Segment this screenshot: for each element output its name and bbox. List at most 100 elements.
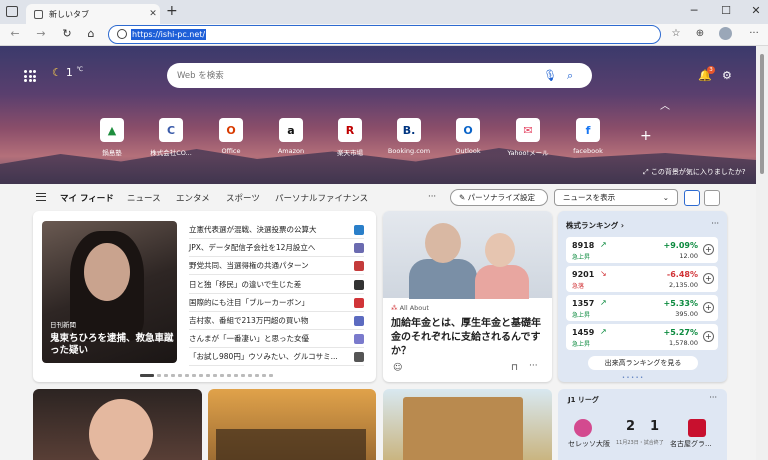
page-scrollbar[interactable] bbox=[756, 46, 768, 460]
add-stock-icon[interactable]: + bbox=[703, 331, 714, 342]
add-stock-icon[interactable]: + bbox=[703, 273, 714, 284]
headline-item[interactable]: 日と独「移民」の違いで生じた差 bbox=[189, 276, 364, 294]
headline-item[interactable]: さんまが「一番凄い」と思った女優 bbox=[189, 330, 364, 349]
tab-personal-finance[interactable]: パーソナルファイナンス bbox=[275, 192, 368, 204]
quick-link-yahoo-mail[interactable]: ✉ Yahoo!メール bbox=[498, 118, 558, 157]
hamburger-menu-icon[interactable] bbox=[36, 193, 46, 201]
tab-actions-icon[interactable] bbox=[6, 6, 18, 17]
carousel-dots[interactable] bbox=[140, 374, 273, 377]
stock-row[interactable]: 1357 ↗ 急上昇 +5.33% 395.00 + bbox=[566, 295, 718, 321]
minimize-icon[interactable]: ─ bbox=[684, 4, 704, 17]
source-logo-icon: ⁂ bbox=[391, 304, 398, 312]
publisher-logo-icon bbox=[354, 225, 364, 235]
quick-link-rakuten[interactable]: R 楽天市場 bbox=[320, 118, 380, 157]
more-options-icon[interactable]: ··· bbox=[529, 361, 538, 371]
add-quick-link-button[interactable]: + bbox=[640, 128, 652, 144]
headline-item[interactable]: 吉村家、番組で213万円超の買い物 bbox=[189, 312, 364, 330]
top-story-image[interactable]: 日刊新聞 鬼束ちひろを逮捕、救急車蹴った疑い bbox=[42, 221, 177, 363]
address-url[interactable]: https://ishi-pc.net/ bbox=[131, 29, 207, 40]
stock-ranking-title[interactable]: 株式ランキング › bbox=[566, 220, 624, 231]
refresh-icon[interactable]: ↻ bbox=[58, 27, 76, 40]
profile-avatar[interactable] bbox=[719, 27, 732, 40]
search-input[interactable] bbox=[177, 68, 517, 83]
collapse-chevron-icon[interactable]: ︿ bbox=[660, 97, 670, 112]
quick-link-label: Yahoo!メール bbox=[507, 149, 549, 157]
quick-link-outlook[interactable]: O Outlook bbox=[438, 118, 498, 155]
address-bar[interactable]: https://ishi-pc.net/ bbox=[108, 25, 661, 44]
settings-gear-icon[interactable]: ⚙ bbox=[722, 69, 732, 82]
headline-item[interactable]: 国際的にも注目「ブルーカーボン」 bbox=[189, 294, 364, 312]
add-stock-icon[interactable]: + bbox=[703, 302, 714, 313]
image-face-2 bbox=[485, 233, 515, 267]
away-team: 名古屋グラ... bbox=[670, 440, 712, 448]
background-feedback[interactable]: ⤢ この背景が気に入りましたか? bbox=[643, 167, 746, 177]
tab-close-icon[interactable]: ✕ bbox=[146, 9, 160, 19]
bottom-card-3-image bbox=[403, 397, 523, 460]
headline-item[interactable]: 「お試し980円」ウソみたい、グルコサミ... bbox=[189, 348, 364, 367]
stock-row[interactable]: 9201 ↘ 急落 -6.48% 2,135.00 + bbox=[566, 266, 718, 292]
tab-entertainment[interactable]: エンタメ bbox=[176, 192, 210, 204]
stock-carousel-dots[interactable]: • • • • • bbox=[622, 375, 643, 381]
maximize-icon[interactable]: ☐ bbox=[716, 4, 736, 17]
microphone-icon[interactable]: 🎙 bbox=[543, 69, 557, 82]
stock-change: -6.48% bbox=[666, 270, 698, 279]
pension-article-title[interactable]: 加給年金とは、厚生年金と基礎年金のそれぞれに支給されるんですか？ bbox=[391, 317, 545, 359]
stock-price: 2,135.00 bbox=[669, 281, 698, 289]
scrollbar-thumb[interactable] bbox=[760, 54, 764, 174]
show-news-label: ニュースを表示 bbox=[563, 193, 616, 202]
more-tabs-icon[interactable]: ··· bbox=[428, 192, 436, 202]
pension-article-card[interactable]: ⁂ All About 加給年金とは、厚生年金と基礎年金のそれぞれに支給されるん… bbox=[383, 211, 552, 382]
reaction-icon[interactable]: ☺ bbox=[393, 363, 402, 373]
top-story-caption[interactable]: 鬼束ちひろを逮捕、救急車蹴った疑い bbox=[50, 333, 175, 357]
list-view-icon[interactable] bbox=[704, 190, 720, 206]
away-score: 1 bbox=[650, 419, 660, 434]
show-news-select[interactable]: ニュースを表示 ⌄ bbox=[554, 189, 678, 206]
grampus-logo-icon bbox=[688, 419, 706, 437]
personalize-button[interactable]: ✎ パーソナライズ設定 bbox=[450, 189, 548, 206]
bookmark-icon[interactable]: ⊓ bbox=[511, 363, 518, 373]
drive-icon: ▲ bbox=[100, 118, 124, 142]
bottom-card-3[interactable] bbox=[383, 389, 552, 460]
back-icon[interactable]: ← bbox=[6, 27, 24, 40]
quick-link-drive[interactable]: ▲ 鍋島塾 bbox=[82, 118, 142, 157]
stock-trend: 急上昇 bbox=[572, 312, 591, 319]
weather-widget[interactable]: ☾ 1 ℃ bbox=[52, 66, 83, 79]
web-search-box[interactable]: 🎙 ⌕ bbox=[167, 63, 592, 88]
headline-item[interactable]: 野党共同、当選得権の共通パターン bbox=[189, 257, 364, 276]
pension-article-source: ⁂ All About bbox=[391, 304, 429, 312]
headline-item[interactable]: 立憲代表選が混戦、決選投票の公算大 bbox=[189, 221, 364, 239]
bottom-card-2[interactable] bbox=[208, 389, 376, 460]
grid-view-icon[interactable] bbox=[684, 190, 700, 206]
forward-icon[interactable]: → bbox=[32, 27, 50, 40]
amazon-icon: a bbox=[279, 118, 303, 142]
home-icon[interactable]: ⌂ bbox=[82, 27, 100, 40]
quick-link-facebook[interactable]: f facebook bbox=[558, 118, 618, 155]
tab-sports[interactable]: スポーツ bbox=[226, 192, 260, 204]
volume-ranking-link[interactable]: 出来高ランキングを見る bbox=[588, 356, 698, 370]
publisher-logo-icon bbox=[354, 352, 364, 363]
notification-badge: 3 bbox=[707, 66, 715, 74]
stock-more-icon[interactable]: ··· bbox=[711, 219, 719, 228]
jleague-card[interactable]: J1 リーグ ··· 2 1 セレッソ大阪 11月23日・試合終了 名古屋グラ.… bbox=[558, 389, 727, 460]
tab-news[interactable]: ニュース bbox=[127, 192, 161, 204]
bottom-card-1[interactable] bbox=[33, 389, 202, 460]
quick-link-office[interactable]: O Office bbox=[201, 118, 261, 155]
stock-row[interactable]: 1459 ↗ 急上昇 +5.27% 1,578.00 + bbox=[566, 324, 718, 350]
quick-link-amazon[interactable]: a Amazon bbox=[261, 118, 321, 155]
search-icon[interactable]: ⌕ bbox=[567, 69, 573, 83]
close-window-icon[interactable]: ✕ bbox=[746, 4, 766, 17]
new-tab-button[interactable]: + bbox=[166, 3, 178, 19]
image-person-2 bbox=[475, 265, 529, 299]
quick-link-booking[interactable]: B. Booking.com bbox=[379, 118, 439, 155]
add-stock-icon[interactable]: + bbox=[703, 244, 714, 255]
quick-link-c[interactable]: C 株式会社CO... bbox=[141, 118, 201, 157]
favorites-icon[interactable]: ⊕ bbox=[692, 28, 708, 39]
jleague-more-icon[interactable]: ··· bbox=[709, 393, 717, 402]
favorite-star-icon[interactable]: ☆ bbox=[668, 28, 684, 39]
app-launcher-icon[interactable] bbox=[24, 70, 36, 82]
more-menu-icon[interactable]: ··· bbox=[746, 28, 762, 39]
headline-item[interactable]: JPX、データ配信子会社を12月設立へ bbox=[189, 239, 364, 258]
tab-my-feed[interactable]: マイ フィード bbox=[60, 192, 114, 204]
tab-new-tab[interactable]: 新しいタブ ✕ bbox=[26, 4, 160, 24]
stock-row[interactable]: 8918 ↗ 急上昇 +9.09% 12.00 + bbox=[566, 237, 718, 263]
